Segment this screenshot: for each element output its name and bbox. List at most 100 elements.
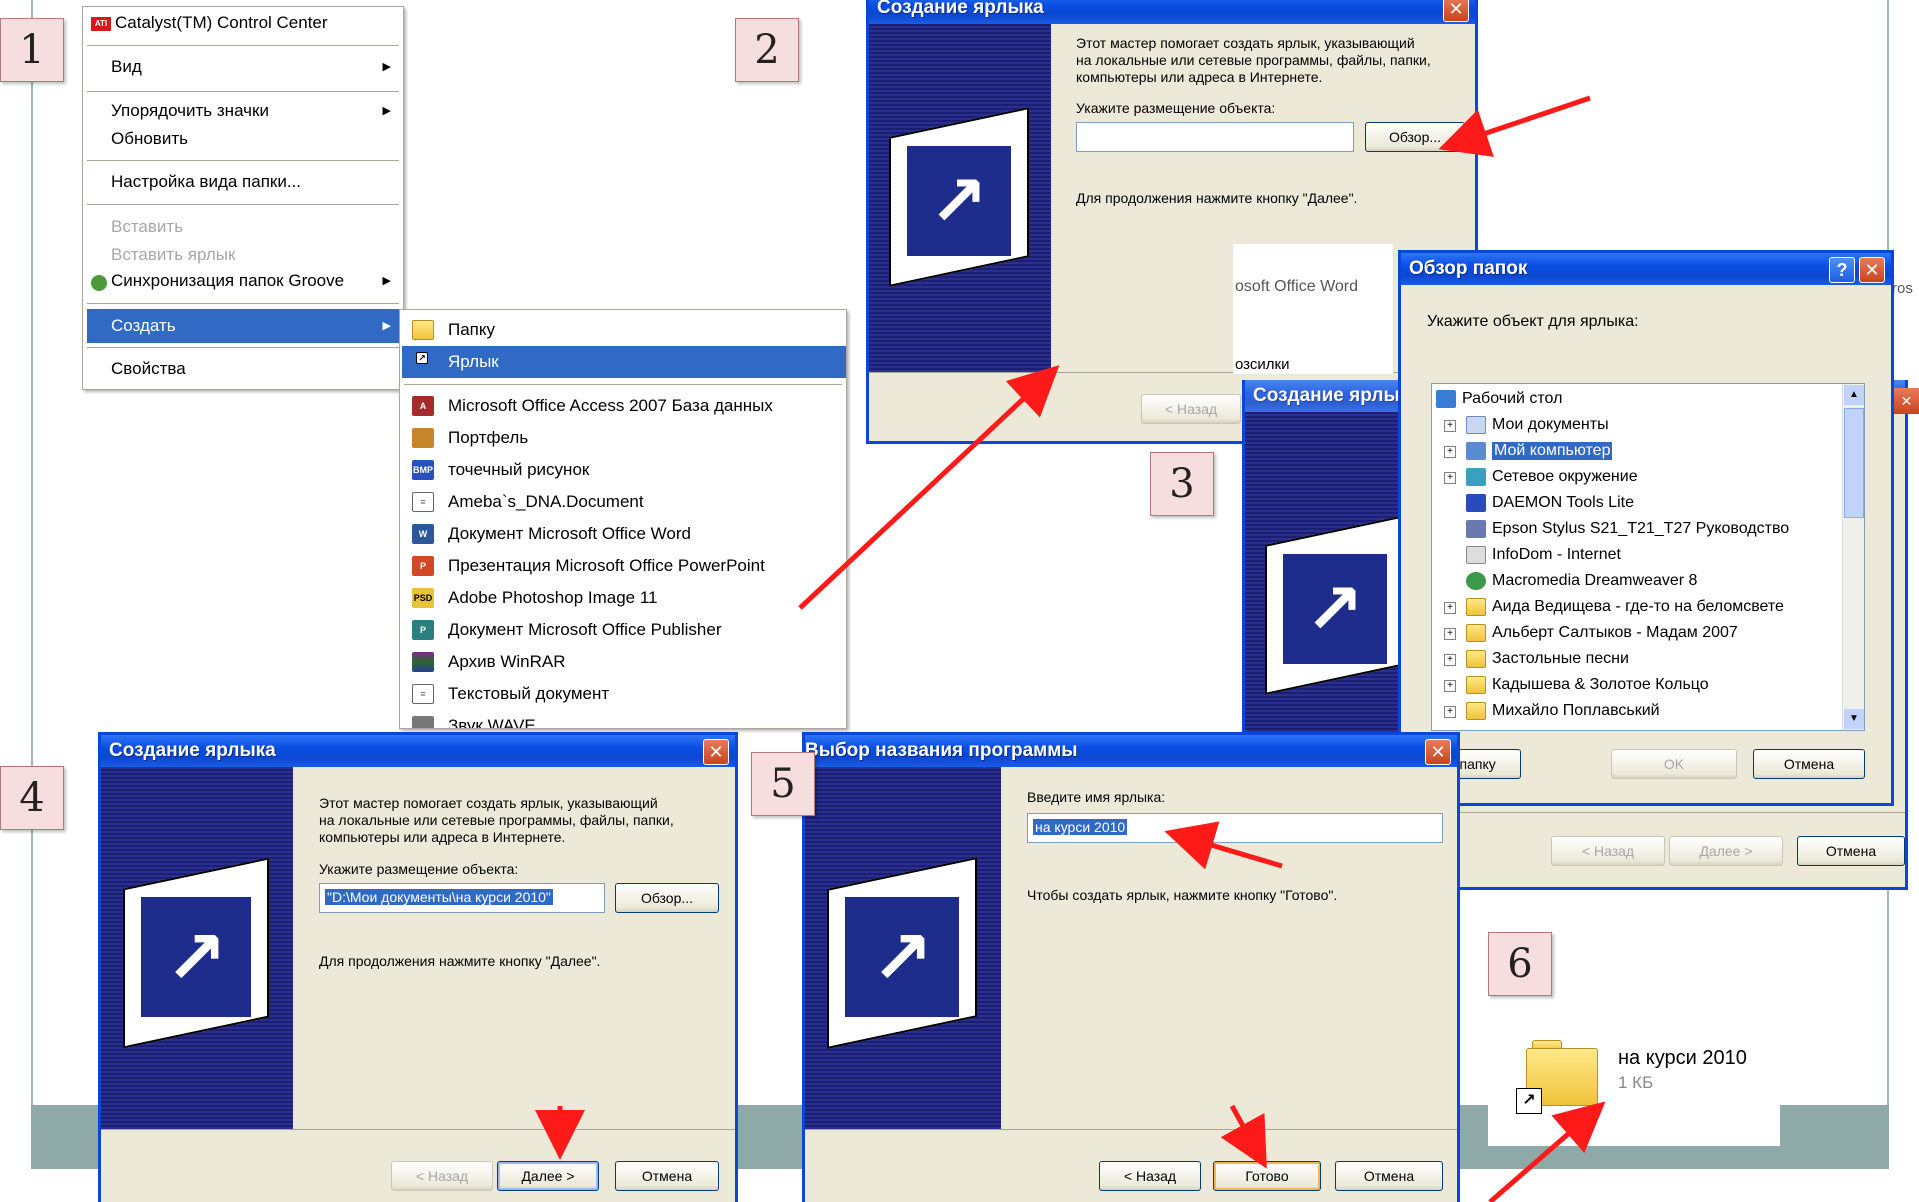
step-badge: 1 (0, 18, 64, 82)
menu-item-groove-sync[interactable]: Синхронизация папок Groove (111, 271, 344, 291)
tree-item-my-documents[interactable]: Мои документы (1492, 416, 1609, 434)
expand-icon[interactable]: + (1444, 706, 1456, 718)
close-button[interactable]: ✕ (1443, 0, 1469, 22)
create-shortcut-wizard-step2: Создание ярлыка ✕ ↗ Этот мастер помогает… (866, 0, 1478, 444)
menu-item-catalyst[interactable]: Catalyst(TM) Control Center (115, 13, 328, 33)
back-button[interactable]: < Назад (1141, 394, 1241, 424)
tree-item-folder[interactable]: Михайло Поплавський (1492, 702, 1660, 720)
wave-icon (412, 716, 434, 728)
shortcut-name[interactable]: на курси 2010 (1618, 1046, 1747, 1070)
computer-icon (1466, 442, 1486, 460)
expand-icon[interactable]: + (1444, 446, 1456, 458)
close-button[interactable]: ✕ (1859, 257, 1885, 283)
location-input[interactable]: "D:\Мои документы\на курси 2010" (319, 883, 605, 913)
submenu-item-text[interactable]: Текстовый документ (448, 684, 609, 704)
close-button[interactable]: ✕ (1425, 739, 1451, 765)
menu-item-arrange-icons[interactable]: Упорядочить значки (111, 101, 269, 121)
menu-separator (87, 91, 399, 92)
scroll-up-icon[interactable]: ▲ (1844, 385, 1864, 405)
expand-icon[interactable]: + (1444, 602, 1456, 614)
expand-icon[interactable]: + (1444, 628, 1456, 640)
submenu-item-winrar[interactable]: Архив WinRAR (448, 652, 566, 672)
tree-item-dreamweaver[interactable]: Macromedia Dreamweaver 8 (1492, 572, 1697, 590)
tree-item-daemon[interactable]: DAEMON Tools Lite (1492, 494, 1634, 512)
shortcut-size: 1 КБ (1618, 1073, 1654, 1092)
cancel-button[interactable]: Отмена (1753, 749, 1865, 779)
intro-line: Этот мастер помогает создать ярлык, указ… (319, 795, 658, 811)
menu-item-create[interactable]: Создать (111, 316, 176, 336)
step-badge: 6 (1488, 932, 1552, 996)
tree-item-epson[interactable]: Epson Stylus S21_T21_T27 Руководство (1492, 520, 1789, 538)
submenu-item-briefcase[interactable]: Портфель (448, 428, 528, 448)
internet-shortcut-icon (1466, 546, 1486, 564)
next-button[interactable]: Далее > (1669, 836, 1783, 866)
tree-item-infodom[interactable]: InfoDom - Internet (1492, 546, 1621, 564)
expand-icon[interactable]: + (1444, 472, 1456, 484)
menu-item-folder-view-settings[interactable]: Настройка вида папки... (111, 172, 301, 192)
submenu-item-bitmap[interactable]: точечный рисунок (448, 460, 589, 480)
browse-button[interactable]: Обзор... (615, 883, 719, 913)
cancel-button[interactable]: Отмена (1335, 1161, 1443, 1191)
catalyst-icon: ATI (91, 17, 111, 31)
submenu-item-wave[interactable]: Звук WAVE (448, 716, 536, 728)
scroll-down-icon[interactable]: ▼ (1844, 709, 1864, 729)
tree-item-network[interactable]: Сетевое окружение (1492, 468, 1638, 486)
tree-item-folder[interactable]: Кадышева & Золотое Кольцо (1492, 676, 1709, 694)
submenu-item-folder[interactable]: Папку (448, 320, 495, 340)
submenu-item-word[interactable]: Документ Microsoft Office Word (448, 524, 691, 544)
next-button[interactable]: Далее > (497, 1161, 599, 1191)
scroll-thumb[interactable] (1844, 408, 1864, 518)
finish-button[interactable]: Готово (1213, 1161, 1321, 1191)
menu-item-refresh[interactable]: Обновить (111, 129, 188, 149)
expand-icon[interactable]: + (1444, 420, 1456, 432)
fragment-text: osoft Office Word (1235, 278, 1359, 295)
folder-tree[interactable]: Рабочий стол + Мои документы + Мой компь… (1431, 383, 1865, 731)
location-input[interactable] (1076, 122, 1354, 152)
back-button[interactable]: < Назад (1551, 836, 1665, 866)
submenu-item-shortcut[interactable]: Ярлык (448, 352, 499, 372)
tree-item-my-computer[interactable]: Мой компьютер (1492, 442, 1613, 460)
tree-item-folder[interactable]: Застольные песни (1492, 650, 1629, 668)
tree-item-folder[interactable]: Альберт Салтыков - Мадам 2007 (1492, 624, 1738, 642)
desktop-context-menu: ATI Catalyst(TM) Control Center Вид ▶ Уп… (82, 6, 404, 390)
folder-icon (1466, 598, 1486, 616)
dreamweaver-icon (1466, 572, 1486, 590)
menu-item-view[interactable]: Вид (111, 57, 142, 77)
photoshop-icon: PSD (412, 588, 434, 608)
expand-icon[interactable]: + (1444, 680, 1456, 692)
help-button[interactable]: ? (1829, 257, 1855, 283)
cancel-button[interactable]: Отмена (1797, 836, 1905, 866)
daemon-tools-icon (1466, 494, 1486, 512)
menu-separator (87, 204, 399, 205)
create-shortcut-wizard-step4: Создание ярлыка ✕ ↗ Этот мастер помогает… (98, 732, 738, 1202)
cancel-button[interactable]: Отмена (615, 1161, 719, 1191)
submenu-item-powerpoint[interactable]: Презентация Microsoft Office PowerPoint (448, 556, 765, 576)
access-icon: A (412, 396, 434, 416)
shortcut-name-input[interactable]: на курси 2010 (1027, 813, 1443, 843)
tree-item-desktop[interactable]: Рабочий стол (1462, 390, 1562, 408)
window-title: Создание ярлыка (869, 0, 1475, 24)
ok-button[interactable]: OK (1611, 749, 1737, 779)
menu-separator (87, 160, 399, 161)
menu-separator (87, 45, 399, 46)
back-button[interactable]: < Назад (391, 1161, 493, 1191)
name-label: Введите имя ярлыка: (1027, 789, 1166, 805)
tree-scrollbar[interactable]: ▲ ▼ (1842, 384, 1864, 730)
close-button[interactable]: ✕ (703, 739, 729, 765)
menu-item-properties[interactable]: Свойства (111, 359, 186, 379)
intro-line: Этот мастер помогает создать ярлык, указ… (1076, 35, 1415, 51)
submenu-arrow-icon: ▶ (382, 320, 391, 332)
browse-button[interactable]: Обзор... (1365, 122, 1465, 152)
program-name-wizard-step5: Выбор названия программы ✕ ↗ Введите имя… (802, 732, 1460, 1202)
back-button[interactable]: < Назад (1099, 1161, 1201, 1191)
folder-icon (1466, 624, 1486, 642)
tree-item-folder[interactable]: Аида Ведищева - где-то на беломсвете (1492, 598, 1784, 616)
expand-icon[interactable]: + (1444, 654, 1456, 666)
submenu-item-publisher[interactable]: Документ Microsoft Office Publisher (448, 620, 722, 640)
submenu-item-photoshop[interactable]: Adobe Photoshop Image 11 (448, 588, 658, 608)
window-title: Создание ярлыка (101, 735, 735, 767)
submenu-arrow-icon: ▶ (382, 105, 391, 117)
submenu-item-access[interactable]: Microsoft Office Access 2007 База данных (448, 396, 773, 416)
submenu-item-ameba[interactable]: Ameba`s_DNA.Document (448, 492, 644, 512)
folder-shortcut-icon[interactable]: ↗ (1516, 1040, 1598, 1114)
